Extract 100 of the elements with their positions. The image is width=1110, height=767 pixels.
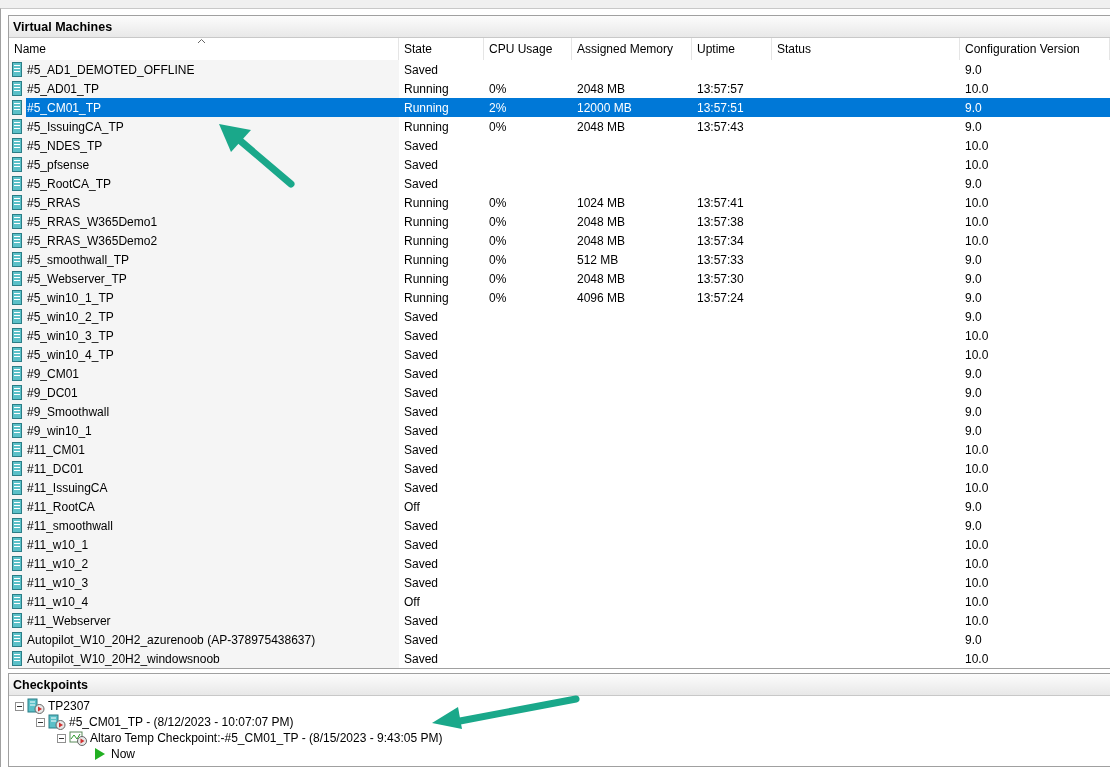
server-icon — [12, 328, 22, 343]
table-cell: 10.0 — [965, 138, 989, 153]
table-cell: Saved — [404, 632, 439, 647]
table-cell: Saved — [404, 328, 439, 343]
vm-row[interactable]: #11_CM01 Saved 10.0 — [9, 440, 1110, 459]
server-icon — [12, 442, 22, 457]
table-cell: 10.0 — [965, 157, 989, 172]
table-cell: Running — [404, 290, 449, 305]
server-icon — [12, 309, 22, 324]
column-header[interactable]: Assigned Memory — [572, 38, 692, 60]
vm-row[interactable]: #5_CM01_TP Running 2% 12000 MB 13:57:51 9.0 — [9, 98, 1110, 117]
table-cell-text: #5_IssuingCA_TP — [26, 118, 125, 136]
vm-row[interactable]: #5_AD01_TP Running 0% 2048 MB 13:57:57 10.0 — [9, 79, 1110, 98]
table-cell-text: #5_win10_4_TP — [26, 346, 115, 364]
table-cell: 2048 MB — [577, 214, 626, 229]
tree-item[interactable]: Now — [111, 747, 135, 761]
table-cell: 10.0 — [965, 613, 989, 628]
server-icon — [12, 233, 22, 248]
tree-item[interactable]: TP2307 — [48, 699, 91, 713]
vm-row[interactable]: #5_win10_4_TP Saved 10.0 — [9, 345, 1110, 364]
table-cell: 9.0 — [965, 499, 982, 514]
tree-item[interactable]: Altaro Temp Checkpoint:-#5_CM01_TP - (8/15/2023 - 9:43:05 PM) — [90, 731, 443, 745]
vm-row[interactable]: #11_w10_4 Off 10.0 — [9, 592, 1110, 611]
vm-row[interactable]: #11_RootCA Off 9.0 — [9, 497, 1110, 516]
table-cell: Off — [404, 594, 420, 609]
table-cell: 10.0 — [965, 556, 989, 571]
server-icon — [12, 556, 22, 571]
vm-row[interactable]: Autopilot_W10_20H2_windowsnoob Saved 10.0 — [9, 649, 1110, 668]
table-cell: 10.0 — [965, 195, 989, 210]
column-header[interactable]: CPU Usage — [484, 38, 572, 60]
vm-row[interactable]: #9_win10_1 Saved 9.0 — [9, 421, 1110, 440]
table-cell-text: #5_win10_1_TP — [26, 289, 115, 307]
vm-row[interactable]: #5_RRAS_W365Demo1 Running 0% 2048 MB 13:57:38 10.0 — [9, 212, 1110, 231]
vm-row[interactable]: #9_Smoothwall Saved 9.0 — [9, 402, 1110, 421]
table-cell-text: #5_pfsense — [26, 156, 91, 174]
vm-row[interactable]: #5_pfsense Saved 10.0 — [9, 155, 1110, 174]
collapse-icon[interactable] — [36, 717, 45, 727]
server-icon — [12, 119, 22, 134]
vm-row[interactable]: #5_NDES_TP Saved 10.0 — [9, 136, 1110, 155]
table-cell: 512 MB — [577, 252, 619, 267]
vm-row[interactable]: #11_w10_1 Saved 10.0 — [9, 535, 1110, 554]
tree-item[interactable]: #5_CM01_TP - (8/12/2023 - 10:07:07 PM) — [69, 715, 294, 729]
column-header[interactable]: State — [399, 38, 484, 60]
vm-row[interactable]: #5_win10_2_TP Saved 9.0 — [9, 307, 1110, 326]
server-icon — [12, 385, 22, 400]
vm-row[interactable]: #11_smoothwall Saved 9.0 — [9, 516, 1110, 535]
server-icon — [12, 651, 22, 666]
table-cell: 10.0 — [965, 575, 989, 590]
vm-row[interactable]: #5_RootCA_TP Saved 9.0 — [9, 174, 1110, 193]
table-cell: 9.0 — [965, 62, 982, 77]
table-cell: 13:57:34 — [697, 233, 744, 248]
vm-row[interactable]: #9_CM01 Saved 9.0 — [9, 364, 1110, 383]
table-cell: Running — [404, 195, 449, 210]
table-cell: 9.0 — [965, 404, 982, 419]
table-cell: Running — [404, 119, 449, 134]
vm-row[interactable]: #5_win10_1_TP Running 0% 4096 MB 13:57:24 9.0 — [9, 288, 1110, 307]
server-icon — [12, 423, 22, 438]
vm-row[interactable]: #11_w10_2 Saved 10.0 — [9, 554, 1110, 573]
table-cell: 2048 MB — [577, 119, 626, 134]
table-cell: Running — [404, 81, 449, 96]
table-cell: Saved — [404, 157, 439, 172]
column-header[interactable]: Status — [772, 38, 960, 60]
vm-row[interactable]: #11_IssuingCA Saved 10.0 — [9, 478, 1110, 497]
table-cell-text: #5_RRAS_W365Demo2 — [26, 232, 159, 250]
table-cell: 10.0 — [965, 81, 989, 96]
table-cell: Saved — [404, 651, 439, 666]
table-cell: Running — [404, 214, 449, 229]
table-cell: Saved — [404, 442, 439, 457]
vm-row[interactable]: #11_w10_3 Saved 10.0 — [9, 573, 1110, 592]
vm-row[interactable]: #5_smoothwall_TP Running 0% 512 MB 13:57:33 9.0 — [9, 250, 1110, 269]
column-header[interactable]: Configuration Version — [960, 38, 1110, 60]
server-icon — [12, 575, 22, 590]
collapse-icon[interactable] — [57, 733, 66, 743]
table-cell: Saved — [404, 62, 439, 77]
table-cell: 0% — [489, 119, 507, 134]
vm-row[interactable]: #5_AD1_DEMOTED_OFFLINE Saved 9.0 — [9, 60, 1110, 79]
table-cell: 9.0 — [965, 366, 982, 381]
vm-row[interactable]: Autopilot_W10_20H2_azurenoob (AP-378975438637) Saved 9.0 — [9, 630, 1110, 649]
table-cell: 9.0 — [965, 423, 982, 438]
table-cell: 0% — [489, 214, 507, 229]
table-cell: 0% — [489, 233, 507, 248]
collapse-icon[interactable] — [15, 701, 24, 711]
vm-row[interactable]: #5_win10_3_TP Saved 10.0 — [9, 326, 1110, 345]
vm-row[interactable]: #11_DC01 Saved 10.0 — [9, 459, 1110, 478]
server-icon — [12, 195, 22, 210]
table-cell-text: #5_RRAS — [26, 194, 82, 212]
table-cell: 9.0 — [965, 271, 982, 286]
table-cell-text: #5_smoothwall_TP — [26, 251, 131, 269]
vm-row[interactable]: #5_Webserver_TP Running 0% 2048 MB 13:57:30 9.0 — [9, 269, 1110, 288]
vm-row[interactable]: #5_RRAS Running 0% 1024 MB 13:57:41 10.0 — [9, 193, 1110, 212]
server-icon — [12, 537, 22, 552]
server-icon — [12, 252, 22, 267]
vm-row[interactable]: #5_RRAS_W365Demo2 Running 0% 2048 MB 13:57:34 10.0 — [9, 231, 1110, 250]
column-header[interactable]: Uptime — [692, 38, 772, 60]
server-icon — [12, 347, 22, 362]
vm-row[interactable]: #5_IssuingCA_TP Running 0% 2048 MB 13:57:43 9.0 — [9, 117, 1110, 136]
vm-row[interactable]: #9_DC01 Saved 9.0 — [9, 383, 1110, 402]
table-cell-text: #5_RootCA_TP — [26, 175, 113, 193]
vm-row[interactable]: #11_Webserver Saved 10.0 — [9, 611, 1110, 630]
table-cell-text: #9_DC01 — [26, 384, 79, 402]
